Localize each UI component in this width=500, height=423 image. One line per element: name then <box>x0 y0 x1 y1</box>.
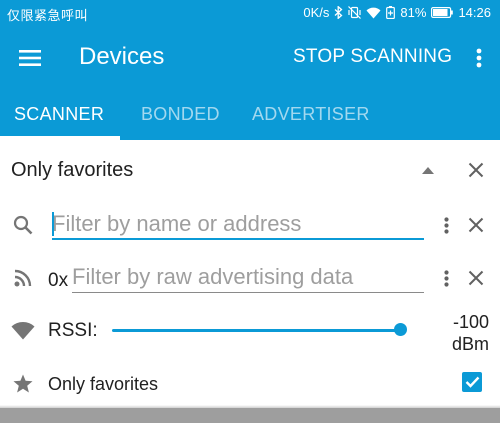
carrier-text: 仅限紧急呼叫 <box>7 8 89 23</box>
name-filter-field <box>52 210 424 240</box>
name-filter-input[interactable] <box>52 210 424 238</box>
tab-bonded[interactable]: BONDED <box>141 104 220 125</box>
only-favorites-checkbox[interactable] <box>462 372 482 392</box>
only-favorites-label: Only favorites <box>48 374 159 394</box>
battery-saver-icon <box>386 6 396 19</box>
app-bar: Devices STOP SCANNING <box>0 26 500 90</box>
battery-percent: 81% <box>400 5 427 20</box>
vibrate-icon <box>348 6 362 19</box>
filter-summary[interactable]: Only favorites <box>11 159 133 182</box>
text-caret <box>52 212 54 236</box>
star-icon <box>11 371 35 395</box>
rssi-value-unit: dBm <box>451 334 489 354</box>
stop-scanning-button[interactable]: STOP SCANNING <box>293 46 452 68</box>
rssi-slider-thumb[interactable] <box>394 323 407 336</box>
page-title: Devices <box>79 43 165 70</box>
collapse-icon[interactable] <box>418 162 438 178</box>
rssi-slider-track[interactable] <box>112 329 400 332</box>
signal-strength-icon <box>9 320 37 342</box>
filter-panel: Only favorites 0x RSSI: -100 dBm <box>0 140 500 408</box>
tab-bar: SCANNER BONDED ADVERTISER <box>0 90 500 140</box>
rssi-value: -100 dBm <box>452 311 489 355</box>
device-list-background <box>0 408 500 423</box>
search-icon <box>10 212 36 238</box>
raw-filter-input[interactable] <box>72 263 424 291</box>
raw-filter-field <box>72 263 424 293</box>
tab-advertiser[interactable]: ADVERTISER <box>252 104 370 125</box>
clear-raw-filter-icon[interactable] <box>464 267 488 289</box>
tab-scanner[interactable]: SCANNER <box>14 104 104 125</box>
name-filter-options-icon[interactable] <box>439 214 453 236</box>
clock: 14:26 <box>458 5 491 20</box>
close-icon[interactable] <box>464 159 488 181</box>
more-vert-icon[interactable] <box>472 44 486 72</box>
rssi-value-number: -100 <box>452 312 489 332</box>
rssi-label: RSSI: <box>48 320 98 341</box>
status-icons: 0K/s 81% 14:26 <box>303 5 491 20</box>
battery-icon <box>431 7 454 18</box>
menu-icon[interactable] <box>10 38 50 78</box>
network-speed: 0K/s <box>303 5 330 20</box>
clear-name-filter-icon[interactable] <box>464 214 488 236</box>
raw-filter-options-icon[interactable] <box>439 267 453 289</box>
rss-icon <box>11 266 35 290</box>
wifi-icon <box>366 7 381 19</box>
hex-prefix: 0x <box>48 270 69 291</box>
status-bar: 仅限紧急呼叫 0K/s 81% 14:26 <box>0 0 500 26</box>
bluetooth-icon <box>334 6 343 19</box>
